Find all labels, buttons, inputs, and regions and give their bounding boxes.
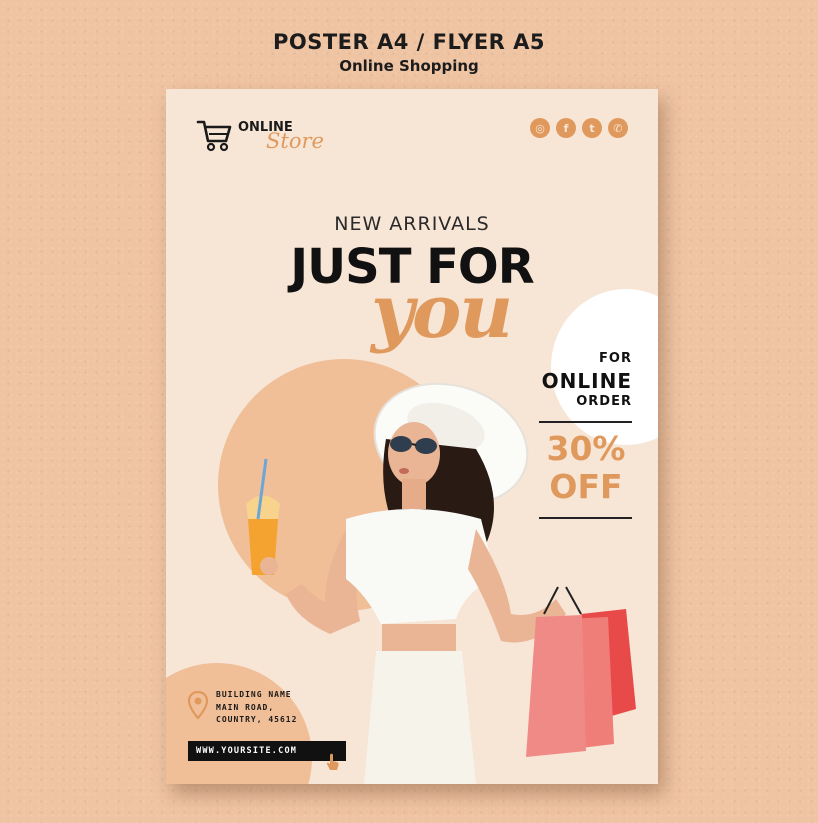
twitter-icon[interactable]: t	[582, 118, 602, 138]
model-illustration	[246, 382, 636, 784]
hand-cursor-icon	[326, 753, 339, 770]
website-link[interactable]: WWW.YOURSITE.COM	[188, 741, 346, 761]
facebook-icon[interactable]: f	[556, 118, 576, 138]
cart-icon	[196, 120, 232, 152]
address: BUILDING NAME MAIN ROAD, COUNTRY, 45612	[216, 689, 297, 727]
order-line-1: FOR	[599, 351, 632, 366]
address-line-3: COUNTRY, 45612	[216, 715, 298, 724]
location-pin-icon	[188, 691, 208, 719]
address-line-1: BUILDING NAME	[216, 690, 292, 699]
poster: ONLINE Store ◎ f t ✆ NEW ARRIVALS JUST F…	[166, 89, 658, 784]
social-icons: ◎ f t ✆	[530, 118, 628, 138]
instagram-icon[interactable]: ◎	[530, 118, 550, 138]
logo-word-store: Store	[266, 129, 324, 153]
address-line-2: MAIN ROAD,	[216, 702, 275, 712]
eyebrow-text: NEW ARRIVALS	[334, 213, 490, 235]
script-word: you	[371, 269, 513, 355]
page-title: POSTER A4 / FLYER A5	[272, 30, 546, 54]
whatsapp-icon[interactable]: ✆	[608, 118, 628, 138]
store-logo: ONLINE Store	[196, 117, 336, 157]
page-subtitle: Online Shopping	[339, 57, 479, 75]
